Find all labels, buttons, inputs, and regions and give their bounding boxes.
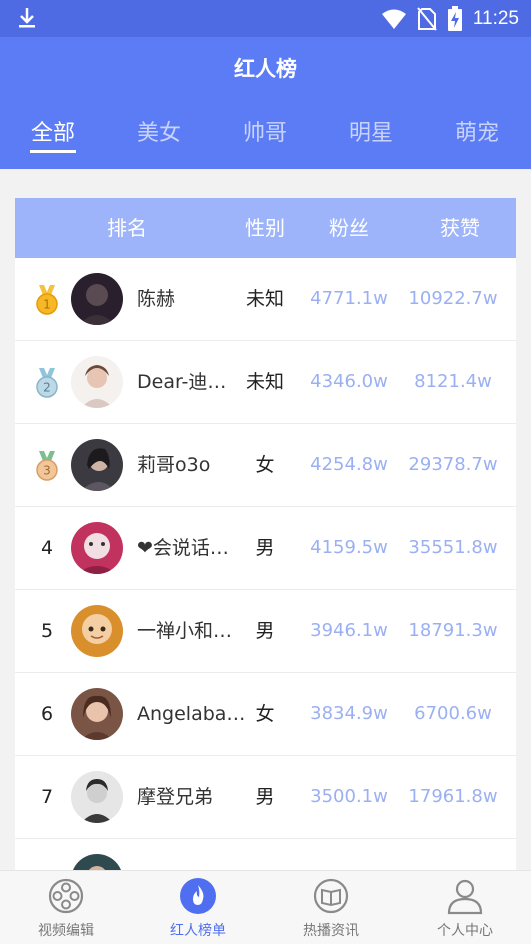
likes-count: 10922.7w xyxy=(408,288,498,309)
table-row[interactable]: 8 何炅 男 xyxy=(15,839,516,870)
page-title: 红人榜 xyxy=(234,57,297,81)
table-row[interactable]: 6 Angelaba… 女 3834.9w 6700.6w xyxy=(15,673,516,756)
rank-number: 5 xyxy=(40,620,54,642)
avatar xyxy=(71,854,123,870)
tab-all[interactable]: 全部 xyxy=(0,99,106,169)
tab-beauty[interactable]: 美女 xyxy=(106,99,212,169)
likes-count: 35551.8w xyxy=(408,537,498,558)
tab-label: 萌宠 xyxy=(454,121,499,146)
status-bar: 11:25 xyxy=(0,0,531,37)
header-fans: 粉丝 xyxy=(329,216,369,240)
user-gender: 男 xyxy=(255,537,275,559)
user-name: 摩登兄弟 xyxy=(137,786,214,808)
gold-medal-icon: 1 xyxy=(36,285,58,315)
fans-count: 3834.9w xyxy=(310,703,388,724)
download-icon xyxy=(19,8,35,28)
user-name: Dear-迪… xyxy=(137,371,227,393)
avatar xyxy=(71,771,123,823)
tab-handsome[interactable]: 帅哥 xyxy=(212,99,318,169)
nav-video-edit[interactable]: 视频编辑 xyxy=(0,871,132,944)
person-icon xyxy=(447,879,483,915)
likes-count: 8121.4w xyxy=(414,371,492,392)
user-name: 一禅小和… xyxy=(137,620,233,642)
category-tabs: 全部 美女 帅哥 明星 萌宠 xyxy=(0,99,531,169)
table-row[interactable]: 2 Dear-迪… 未知 4346.0w 8121.4w xyxy=(15,341,516,424)
nav-label: 个人中心 xyxy=(437,923,493,939)
header-likes: 获赞 xyxy=(440,216,480,240)
fans-count: 4346.0w xyxy=(310,371,388,392)
user-gender: 男 xyxy=(255,620,275,642)
tab-stars[interactable]: 明星 xyxy=(318,99,424,169)
rank-number: 6 xyxy=(40,703,54,725)
fans-count xyxy=(299,839,399,870)
avatar xyxy=(71,273,123,325)
svg-text:2: 2 xyxy=(43,381,51,395)
table-row[interactable]: 5 一禅小和… 男 3946.1w 18791.3w xyxy=(15,590,516,673)
fans-count: 4771.1w xyxy=(310,288,388,309)
book-icon xyxy=(313,878,349,914)
avatar xyxy=(71,522,123,574)
likes-count: 6700.6w xyxy=(414,703,492,724)
user-gender: 未知 xyxy=(245,371,284,393)
avatar xyxy=(71,439,123,491)
user-gender: 男 xyxy=(237,839,293,870)
fans-count: 4254.8w xyxy=(310,454,388,475)
nav-label: 热播资讯 xyxy=(303,923,359,939)
fans-count: 4159.5w xyxy=(310,537,388,558)
no-sim-icon xyxy=(417,7,437,31)
user-name: ❤会说话… xyxy=(137,537,229,559)
avatar xyxy=(71,688,123,740)
header-gender: 性别 xyxy=(245,216,285,240)
nav-ranking[interactable]: 红人榜单 xyxy=(132,871,264,944)
rank-number: 8 xyxy=(27,839,67,870)
bronze-medal-icon: 3 xyxy=(36,451,58,481)
header-rank: 排名 xyxy=(107,216,147,240)
clock: 11:25 xyxy=(472,8,519,29)
likes-count: 17961.8w xyxy=(408,786,498,807)
fans-count: 3946.1w xyxy=(310,620,388,641)
user-name: 莉哥o3o xyxy=(137,454,211,476)
likes-count: 18791.3w xyxy=(408,620,498,641)
rank-number: 7 xyxy=(40,786,54,808)
tab-label: 美女 xyxy=(136,121,181,146)
user-name: 何炅 xyxy=(137,839,247,870)
nav-hot-news[interactable]: 热播资讯 xyxy=(265,871,397,944)
bottom-navigation: 视频编辑 红人榜单 热播资讯 个人中心 xyxy=(0,870,531,944)
table-row[interactable]: 3 莉哥o3o 女 4254.8w 29378.7w xyxy=(15,424,516,507)
tab-pets[interactable]: 萌宠 xyxy=(424,99,530,169)
user-name: Angelaba… xyxy=(137,703,246,725)
tab-label: 帅哥 xyxy=(242,121,287,146)
wifi-icon xyxy=(381,9,406,29)
user-gender: 女 xyxy=(255,703,275,725)
silver-medal-icon: 2 xyxy=(36,368,58,398)
tab-label: 明星 xyxy=(348,121,393,146)
battery-charging-icon xyxy=(447,6,462,31)
tab-label: 全部 xyxy=(30,121,75,146)
svg-text:1: 1 xyxy=(43,298,51,312)
ranking-table[interactable]: 排名 性别 粉丝 获赞 1 陈赫 未知 4771.1w 10922.7w 2 D… xyxy=(15,198,516,870)
film-reel-icon xyxy=(48,878,84,914)
avatar xyxy=(71,605,123,657)
user-gender: 未知 xyxy=(245,288,284,310)
user-gender: 女 xyxy=(255,454,275,476)
likes-count: 29378.7w xyxy=(408,454,498,475)
fans-count: 3500.1w xyxy=(310,786,388,807)
table-row[interactable]: 4 ❤会说话… 男 4159.5w 35551.8w xyxy=(15,507,516,590)
page-title-bar: 红人榜 xyxy=(0,37,531,99)
user-gender: 男 xyxy=(255,786,275,808)
table-row[interactable]: 1 陈赫 未知 4771.1w 10922.7w xyxy=(15,258,516,341)
flame-icon xyxy=(180,878,216,914)
svg-text:3: 3 xyxy=(43,464,51,478)
rank-number: 4 xyxy=(40,537,54,559)
likes-count xyxy=(395,839,511,870)
user-name: 陈赫 xyxy=(137,288,176,310)
nav-label: 视频编辑 xyxy=(38,923,94,939)
avatar xyxy=(71,356,123,408)
table-row[interactable]: 7 摩登兄弟 男 3500.1w 17961.8w xyxy=(15,756,516,839)
table-header: 排名 性别 粉丝 获赞 xyxy=(15,198,516,258)
active-tab-indicator xyxy=(30,150,76,153)
nav-profile[interactable]: 个人中心 xyxy=(399,871,531,944)
nav-label: 红人榜单 xyxy=(170,923,226,939)
